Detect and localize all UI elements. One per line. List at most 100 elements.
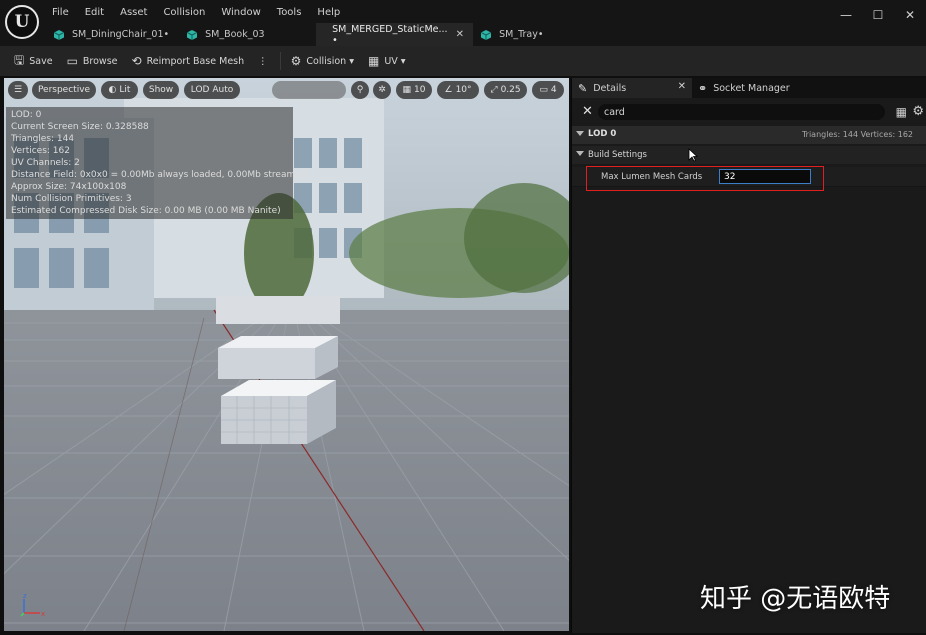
close-window-button[interactable]: ✕ — [894, 0, 926, 30]
surface-snap-button[interactable]: ⚲ — [351, 81, 369, 99]
save-button[interactable]: 🖫 Save — [8, 50, 59, 72]
unreal-logo-icon[interactable]: U — [5, 5, 39, 39]
tab-socket-manager[interactable]: ⚭ Socket Manager — [692, 78, 796, 98]
scale-value: 0.25 — [500, 85, 521, 95]
tab-label: SM_DiningChair_01• — [72, 29, 170, 40]
uv-dropdown[interactable]: ▦ UV ▾ — [362, 50, 412, 72]
stat-line: Estimated Compressed Disk Size: 0.00 MB … — [11, 206, 281, 216]
search-row: ✕ ▦ ⚙ — [572, 100, 926, 124]
scale-icon: ⤢ — [490, 85, 498, 95]
lit-label: Lit — [119, 85, 131, 95]
reimport-label: Reimport Base Mesh — [146, 55, 245, 67]
perspective-button[interactable]: Perspective — [32, 81, 96, 99]
collapse-caret-icon — [576, 151, 584, 156]
more-options-button[interactable]: ⋮ — [252, 50, 274, 72]
axis-z-label: z — [23, 592, 27, 600]
angle-snap-button[interactable]: ∠ 10° — [437, 81, 479, 99]
build-settings-header[interactable]: Build Settings — [572, 146, 926, 164]
axis-x-label: x — [41, 610, 45, 618]
collapse-caret-icon — [576, 131, 584, 136]
hamburger-icon: ☰ — [13, 85, 23, 95]
show-button[interactable]: Show — [143, 81, 179, 99]
menu-asset[interactable]: Asset — [114, 4, 153, 20]
lit-button[interactable]: ◐ Lit — [101, 81, 138, 99]
save-icon: 🖫 — [14, 52, 25, 67]
socket-tab-label: Socket Manager — [713, 82, 790, 94]
tab-dining-chair[interactable]: SM_DiningChair_01• — [46, 23, 180, 46]
stat-line: Current Screen Size: 0.328588 — [11, 122, 149, 132]
menu-tools[interactable]: Tools — [271, 4, 308, 20]
folder-icon: ▭ — [66, 54, 78, 68]
globe-icon: ✲ — [378, 85, 386, 95]
collision-dropdown[interactable]: ⚙ Collision ▾ — [285, 50, 360, 72]
camera-icon: ▭ — [539, 85, 548, 95]
collision-label: Collision — [306, 55, 347, 67]
lod-stats: Triangles: 144 Vertices: 162 — [801, 130, 913, 139]
lod-button[interactable]: LOD Auto — [184, 81, 240, 99]
scale-snap-button[interactable]: ⤢ 0.25 — [484, 81, 527, 99]
snap-icon: ⚲ — [356, 85, 364, 95]
reimport-button[interactable]: ⟲ Reimport Base Mesh — [126, 50, 251, 72]
menu-bar: File Edit Asset Collision Window Tools H… — [46, 4, 350, 20]
world-local-button[interactable]: ✲ — [373, 81, 391, 99]
minimize-button[interactable]: — — [830, 0, 862, 30]
lit-icon: ◐ — [108, 85, 117, 95]
angle-value: 10° — [455, 85, 472, 95]
lod-title: LOD 0 — [588, 129, 617, 139]
tab-tray[interactable]: SM_Tray• — [473, 23, 554, 46]
tab-book[interactable]: SM_Book_03 — [179, 23, 317, 46]
asset-tabs: SM_DiningChair_01• SM_Book_03 SM_MERGED_… — [46, 23, 554, 46]
camera-speed-value: 4 — [550, 85, 557, 95]
details-panel: ✎ Details ✕ ⚭ Socket Manager ✕ ▦ ⚙ LOD 0… — [571, 78, 926, 633]
chevron-down-icon: ▾ — [400, 55, 406, 67]
camera-speed-button[interactable]: ▭ 4 — [532, 81, 564, 99]
watermark: 知乎 @无语欧特 — [700, 584, 891, 614]
close-tab-icon[interactable]: ✕ — [678, 81, 686, 92]
tab-label: SM_Tray• — [499, 29, 544, 40]
build-settings-title: Build Settings — [588, 150, 647, 160]
viewport-menu-button[interactable]: ☰ — [8, 81, 28, 99]
mouse-cursor-icon — [688, 148, 698, 162]
stat-line: Vertices: 162 — [11, 146, 70, 156]
toolbar-divider — [279, 52, 281, 70]
static-mesh-icon — [187, 29, 198, 40]
grid-snap-button[interactable]: ▦ 10 — [396, 81, 432, 99]
collision-icon: ⚙ — [290, 54, 302, 68]
mesh-stats-overlay: LOD: 0 Current Screen Size: 0.328588 Tri… — [6, 107, 307, 219]
view-options-icon[interactable]: ▦ — [896, 105, 907, 119]
menu-file[interactable]: File — [46, 4, 75, 20]
toolbar: 🖫 Save ▭ Browse ⟲ Reimport Base Mesh ⋮ ⚙… — [0, 46, 926, 76]
uv-label: UV — [384, 55, 398, 67]
transform-group[interactable] — [272, 81, 346, 99]
viewport-toolbar: ☰ Perspective ◐ Lit Show LOD Auto ⚲ ✲ ▦ … — [4, 78, 569, 104]
socket-icon: ⚭ — [698, 81, 708, 95]
gear-icon[interactable]: ⚙ — [912, 104, 924, 119]
stat-line: LOD: 0 — [11, 110, 42, 120]
tab-merged-static-mesh[interactable]: SM_MERGED_StaticMe... • ✕ — [316, 23, 474, 46]
lod-section-header[interactable]: LOD 0 Triangles: 144 Vertices: 162 — [572, 126, 926, 144]
browse-button[interactable]: ▭ Browse — [61, 50, 124, 72]
tab-details[interactable]: ✎ Details ✕ — [572, 78, 692, 98]
grid-value: 10 — [414, 85, 426, 95]
menu-window[interactable]: Window — [215, 4, 266, 20]
chevron-down-icon: ▾ — [349, 55, 354, 67]
mesh-viewport[interactable]: ☰ Perspective ◐ Lit Show LOD Auto ⚲ ✲ ▦ … — [4, 78, 569, 631]
menu-help[interactable]: Help — [311, 4, 346, 20]
stat-line: UV Channels: 2 — [11, 158, 80, 168]
stat-line: Triangles: 144 — [11, 134, 75, 144]
static-mesh-icon — [54, 29, 64, 40]
axis-gizmo-icon: z x — [20, 592, 45, 618]
panel-tabs: ✎ Details ✕ ⚭ Socket Manager — [572, 78, 926, 98]
maximize-button[interactable]: ☐ — [862, 0, 894, 30]
menu-edit[interactable]: Edit — [79, 4, 110, 20]
uv-grid-icon: ▦ — [367, 54, 380, 68]
title-bar: U File Edit Asset Collision Window Tools… — [0, 0, 926, 46]
angle-icon: ∠ — [444, 85, 453, 95]
details-tab-label: Details — [593, 82, 627, 94]
close-tab-icon[interactable]: ✕ — [456, 29, 464, 40]
static-mesh-icon — [481, 29, 492, 40]
clear-search-icon[interactable]: ✕ — [582, 104, 593, 119]
tab-label: SM_Book_03 — [205, 29, 265, 40]
menu-collision[interactable]: Collision — [157, 4, 211, 20]
search-input[interactable] — [598, 104, 885, 120]
